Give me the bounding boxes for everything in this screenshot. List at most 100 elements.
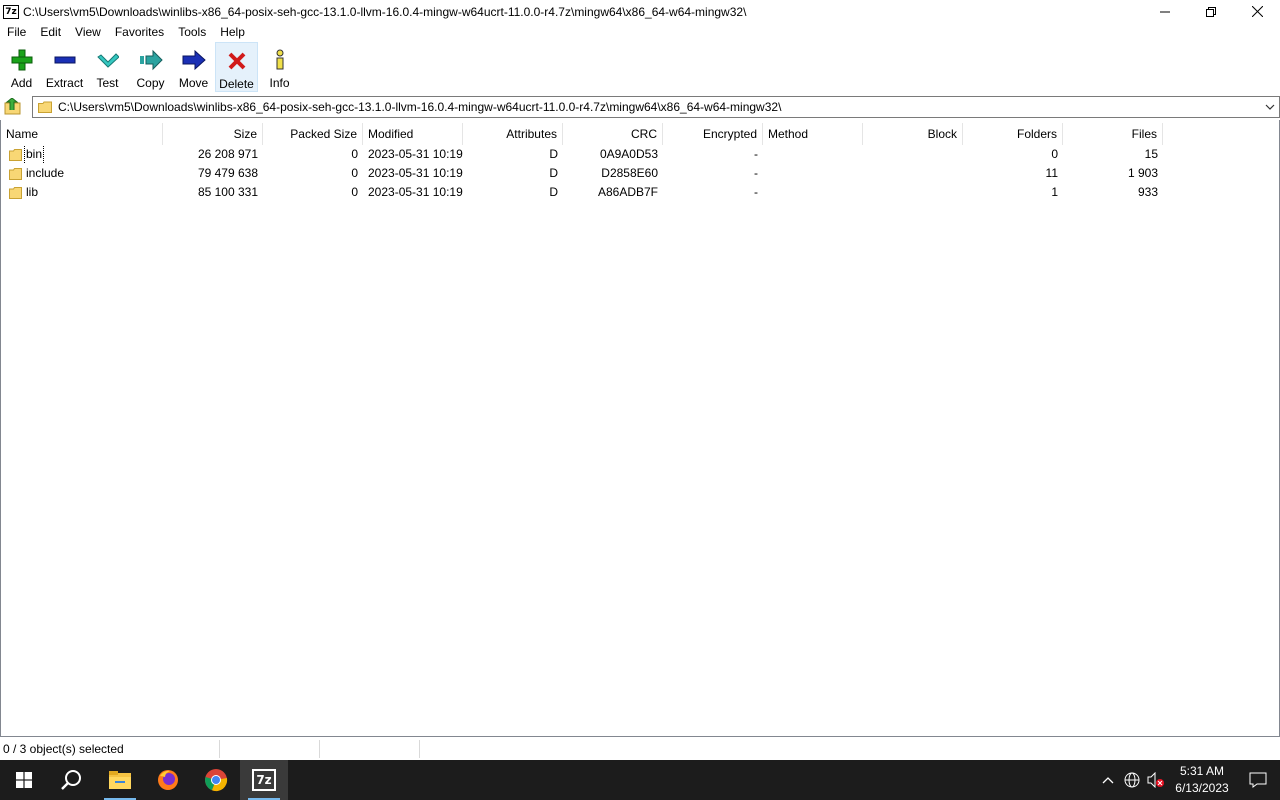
files-cell: 1 903 xyxy=(1127,166,1158,180)
list-header: Name Size Packed Size Modified Attribute… xyxy=(1,123,1279,145)
notifications-button[interactable] xyxy=(1236,760,1280,800)
size-cell: 79 479 638 xyxy=(197,166,258,180)
address-field[interactable]: C:\Users\vm5\Downloads\winlibs-x86_64-po… xyxy=(32,96,1280,118)
extract-button[interactable]: Extract xyxy=(43,42,86,92)
menu-edit[interactable]: Edit xyxy=(33,23,68,42)
table-row[interactable]: include 79 479 638 0 2023-05-31 10:19 D … xyxy=(1,164,1163,183)
file-explorer-taskbar-button[interactable] xyxy=(96,760,144,800)
volume-button[interactable] xyxy=(1144,760,1168,800)
address-path: C:\Users\vm5\Downloads\winlibs-x86_64-po… xyxy=(58,100,782,114)
name-cell: lib xyxy=(1,183,163,202)
column-crc[interactable]: CRC xyxy=(563,123,663,145)
copy-label: Copy xyxy=(136,76,165,90)
menu-favorites[interactable]: Favorites xyxy=(108,23,171,42)
restore-button[interactable] xyxy=(1188,0,1234,23)
toolbar: Add Extract Test Copy Move Delete Info xyxy=(0,42,1280,94)
modified-cell: 2023-05-31 10:19 xyxy=(368,147,463,161)
folders-cell: 0 xyxy=(1051,147,1058,161)
window-controls xyxy=(1142,0,1280,23)
delete-button[interactable]: Delete xyxy=(215,42,258,92)
move-arrow-icon xyxy=(182,48,206,72)
search-icon xyxy=(61,770,81,790)
column-name[interactable]: Name xyxy=(1,123,163,145)
method-cell xyxy=(763,145,863,164)
move-button[interactable]: Move xyxy=(172,42,215,92)
address-row: C:\Users\vm5\Downloads\winlibs-x86_64-po… xyxy=(0,96,1280,118)
column-block[interactable]: Block xyxy=(863,123,963,145)
globe-icon xyxy=(1124,772,1140,788)
block-cell xyxy=(863,145,963,164)
folder-icon xyxy=(9,148,22,161)
test-button[interactable]: Test xyxy=(86,42,129,92)
chevron-down-icon[interactable] xyxy=(1264,100,1276,114)
file-name: include xyxy=(26,166,65,180)
move-label: Move xyxy=(178,76,209,90)
chrome-taskbar-button[interactable] xyxy=(192,760,240,800)
file-name: bin xyxy=(23,145,45,164)
size-cell: 85 100 331 xyxy=(197,185,258,199)
encrypted-cell: - xyxy=(754,185,758,199)
file-list[interactable]: Name Size Packed Size Modified Attribute… xyxy=(0,120,1280,737)
add-label: Add xyxy=(10,76,33,90)
attributes-cell: D xyxy=(549,147,558,161)
system-tray: 5:31 AM 6/13/2023 xyxy=(1096,760,1280,800)
file-name: lib xyxy=(26,185,39,199)
column-folders[interactable]: Folders xyxy=(963,123,1063,145)
delete-x-icon xyxy=(225,49,249,73)
minimize-button[interactable] xyxy=(1142,0,1188,23)
firefox-taskbar-button[interactable] xyxy=(144,760,192,800)
table-row[interactable]: lib 85 100 331 0 2023-05-31 10:19 D A86A… xyxy=(1,183,1163,202)
block-cell xyxy=(863,183,963,202)
column-encrypted[interactable]: Encrypted xyxy=(663,123,763,145)
block-cell xyxy=(863,164,963,183)
column-attributes[interactable]: Attributes xyxy=(463,123,563,145)
7zip-taskbar-button[interactable]: 7z xyxy=(240,760,288,800)
show-hidden-icons-button[interactable] xyxy=(1096,760,1120,800)
minimize-icon xyxy=(1160,11,1170,12)
add-button[interactable]: Add xyxy=(0,42,43,92)
status-pane-2 xyxy=(220,740,320,758)
up-folder-button[interactable] xyxy=(0,96,26,118)
column-method[interactable]: Method xyxy=(763,123,863,145)
7zip-icon: 7z xyxy=(252,769,276,791)
packed-size-cell: 0 xyxy=(351,147,358,161)
info-label: Info xyxy=(269,76,290,90)
taskbar-clock[interactable]: 5:31 AM 6/13/2023 xyxy=(1168,763,1236,797)
menu-file[interactable]: File xyxy=(0,23,33,42)
7zip-app-icon[interactable]: 7z xyxy=(3,4,19,19)
copy-arrow-icon xyxy=(139,48,163,72)
test-label: Test xyxy=(96,76,119,90)
column-files[interactable]: Files xyxy=(1063,123,1163,145)
restore-icon xyxy=(1206,6,1216,17)
table-row[interactable]: bin 26 208 971 0 2023-05-31 10:19 D 0A9A… xyxy=(1,145,1163,164)
info-button[interactable]: Info xyxy=(258,42,301,92)
notification-icon xyxy=(1249,772,1267,788)
crc-cell: A86ADB7F xyxy=(597,185,658,199)
search-button[interactable] xyxy=(48,760,96,800)
menu-bar: File Edit View Favorites Tools Help xyxy=(0,23,1280,42)
column-size[interactable]: Size xyxy=(163,123,263,145)
attributes-cell: D xyxy=(549,166,558,180)
up-folder-icon xyxy=(4,98,21,115)
packed-size-cell: 0 xyxy=(351,185,358,199)
taskbar: 7z 5:31 AM 6/13/2023 xyxy=(0,760,1280,800)
network-button[interactable] xyxy=(1120,760,1144,800)
menu-tools[interactable]: Tools xyxy=(171,23,213,42)
close-icon xyxy=(1251,6,1263,17)
menu-help[interactable]: Help xyxy=(213,23,252,42)
method-cell xyxy=(763,183,863,202)
name-cell: bin xyxy=(1,145,163,164)
file-explorer-icon xyxy=(109,771,131,789)
windows-logo-icon xyxy=(16,772,32,788)
start-button[interactable] xyxy=(0,760,48,800)
column-packed-size[interactable]: Packed Size xyxy=(263,123,363,145)
name-cell: include xyxy=(1,164,163,183)
status-bar: 0 / 3 object(s) selected xyxy=(0,738,1280,760)
close-button[interactable] xyxy=(1234,0,1280,23)
attributes-cell: D xyxy=(549,185,558,199)
folders-cell: 11 xyxy=(1045,166,1058,180)
menu-view[interactable]: View xyxy=(68,23,108,42)
copy-button[interactable]: Copy xyxy=(129,42,172,92)
title-bar: 7z C:\Users\vm5\Downloads\winlibs-x86_64… xyxy=(0,0,1280,23)
column-modified[interactable]: Modified xyxy=(363,123,463,145)
